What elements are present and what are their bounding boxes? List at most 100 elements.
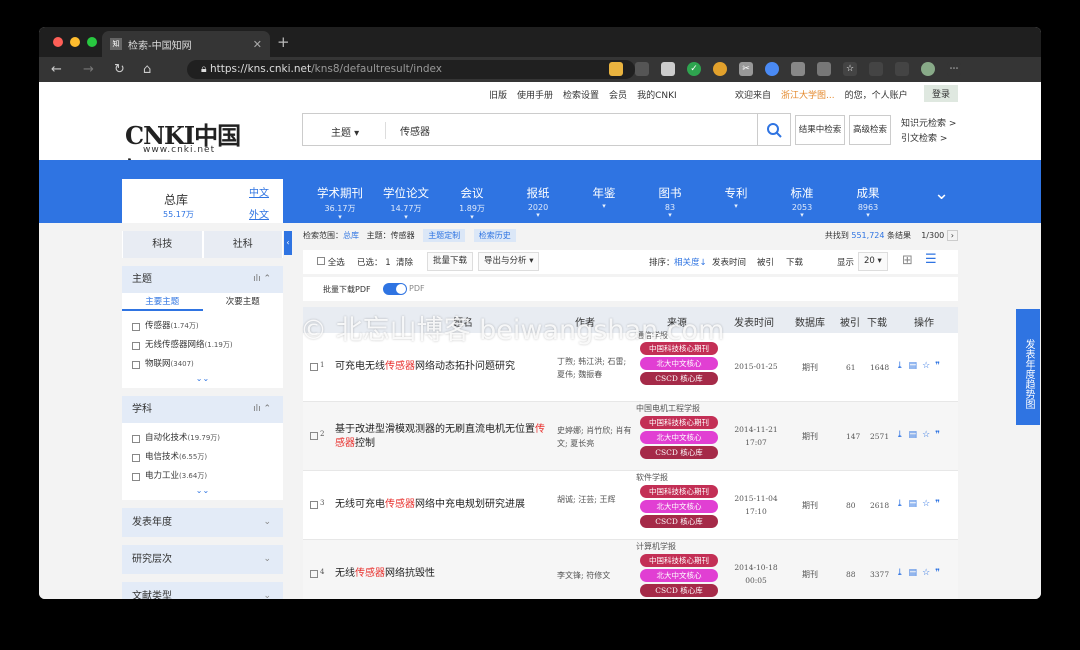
row-checkbox[interactable] <box>310 570 318 578</box>
search-within-button[interactable]: 结果中检索 <box>795 115 845 145</box>
source-link[interactable]: 中国电机工程学报 <box>636 403 700 414</box>
sort-cited[interactable]: 被引 <box>757 256 774 268</box>
tab-category[interactable]: 图书 83 ▾ <box>637 185 703 220</box>
tab-category[interactable]: 会议 1.89万 ▾ <box>439 185 505 221</box>
puzzle-icon[interactable] <box>895 62 909 76</box>
knowledge-search-link[interactable]: 知识元检索 > <box>901 117 956 132</box>
show-more-icon[interactable]: ⌄⌄ <box>122 486 283 500</box>
browser-tab[interactable]: 知 检索-中国知网 ✕ <box>102 31 270 57</box>
row-checkbox[interactable] <box>310 501 318 509</box>
favorite-icon[interactable]: ☆ <box>922 430 930 440</box>
window-icon[interactable] <box>817 62 831 76</box>
clear-button[interactable]: 清除 <box>396 256 413 268</box>
close-tab-icon[interactable]: ✕ <box>253 38 262 51</box>
search-history-button[interactable]: 检索历史 <box>473 229 516 242</box>
tab-social[interactable]: 社科 <box>203 231 282 258</box>
page-size-select[interactable]: 20 ▾ <box>858 252 888 271</box>
tab-category[interactable]: 学位论文 14.77万 ▾ <box>373 185 439 221</box>
color-icon[interactable] <box>765 62 779 76</box>
authors[interactable]: 李文锋; 符修文 <box>557 569 632 582</box>
filter-year[interactable]: 发表年度 ⌄ <box>122 508 283 537</box>
advanced-search-button[interactable]: 高级检索 <box>849 115 891 145</box>
address-bar[interactable]: 🔒︎ https://kns.cnki.net/kns8/defaultresu… <box>187 60 635 79</box>
topic-custom-button[interactable]: 主题定制 <box>423 229 466 242</box>
close-window-icon[interactable] <box>53 37 63 47</box>
batch-download-button[interactable]: 批量下载 <box>427 252 474 271</box>
org-name[interactable]: 浙江大学图... <box>781 88 835 101</box>
source-link[interactable]: 软件学报 <box>636 472 668 483</box>
authors[interactable]: 胡诚; 汪芸; 王辉 <box>557 493 632 506</box>
topic-header[interactable]: 主题 ılı ⌃ <box>122 266 283 293</box>
show-more-icon[interactable]: ⌄⌄ <box>122 374 283 388</box>
search-button[interactable] <box>757 114 790 145</box>
search-field-select[interactable]: 主题 ▾ <box>331 124 359 139</box>
back-icon[interactable]: ← <box>51 62 62 77</box>
subject-header[interactable]: 学科 ılı ⌃ <box>122 396 283 423</box>
next-page-button[interactable]: › <box>946 230 958 241</box>
source-link[interactable]: 通信学报 <box>636 330 668 341</box>
year-trend-button[interactable]: 发表年度趋势图 <box>1016 309 1040 425</box>
window-controls[interactable] <box>53 37 97 47</box>
row-checkbox[interactable] <box>310 363 318 371</box>
search-settings-link[interactable]: 检索设置 <box>563 88 599 101</box>
cnki-logo[interactable]: CNKI中国知网 www.cnki.net <box>125 116 247 185</box>
forward-icon[interactable]: → <box>83 62 94 77</box>
minimize-window-icon[interactable] <box>70 37 80 47</box>
login-button[interactable]: 登录 <box>923 85 958 102</box>
download-icon[interactable]: ⤓ <box>896 361 904 371</box>
cite-icon[interactable]: ❞ <box>935 499 940 509</box>
select-all-checkbox[interactable]: 全选 <box>317 256 345 268</box>
greeting-text[interactable]: 的您，个人账户 <box>845 88 908 101</box>
mountain-icon[interactable] <box>661 62 675 76</box>
tab-main-topic[interactable]: 主要主题 <box>122 293 203 311</box>
scissors-icon[interactable]: ✂ <box>739 62 753 76</box>
read-icon[interactable]: ▤ <box>909 361 918 371</box>
list-view-icon[interactable]: ☰ <box>925 252 937 267</box>
tab-secondary-topic[interactable]: 次要主题 <box>203 293 284 311</box>
read-icon[interactable]: ▤ <box>909 430 918 440</box>
pdf-toggle[interactable] <box>383 283 407 295</box>
favorite-icon[interactable]: ☆ <box>922 361 930 371</box>
list-item[interactable]: 自动化技术 (19.79万) <box>122 429 283 448</box>
cite-icon[interactable]: ❞ <box>935 361 940 371</box>
article-title-link[interactable]: 基于改进型滑模观测器的无刷直流电机无位置传感器控制 <box>335 423 545 451</box>
total-library-tab[interactable]: 总库 55.17万 中文 外文 <box>122 179 283 223</box>
list-item[interactable]: 电信技术 (6.55万) <box>122 448 283 467</box>
tab-category[interactable]: 报纸 2020 ▾ <box>505 185 571 220</box>
tab-category[interactable]: 学术期刊 36.17万 ▾ <box>307 185 373 221</box>
citation-search-link[interactable]: 引文检索 > <box>901 132 956 147</box>
old-version-link[interactable]: 旧版 <box>489 88 507 101</box>
tab-science[interactable]: 科技 <box>123 231 202 258</box>
tab-category[interactable]: 专利 ▾ <box>703 185 769 220</box>
todo-icon[interactable] <box>713 62 727 76</box>
tab-category[interactable]: 标准 2053 ▾ <box>769 185 835 220</box>
list-item[interactable]: 传感器 (1.74万) <box>122 317 283 336</box>
tab-category[interactable]: 年鉴 ▾ <box>571 185 637 220</box>
foreign-link[interactable]: 外文 <box>249 206 269 221</box>
star-icon[interactable]: ☆ <box>843 62 857 76</box>
filter-level[interactable]: 研究层次 ⌄ <box>122 545 283 574</box>
list-item[interactable]: 物联网 (3407) <box>122 355 283 374</box>
member-link[interactable]: 会员 <box>609 88 627 101</box>
export-analysis-dropdown[interactable]: 导出与分析 ▾ <box>478 252 540 271</box>
list-item[interactable]: 电力工业 (3.64万) <box>122 467 283 486</box>
home-icon[interactable]: ⌂ <box>143 62 151 77</box>
collections-icon[interactable] <box>869 62 883 76</box>
sort-downloads[interactable]: 下载 <box>786 256 803 268</box>
favorite-icon[interactable]: ☆ <box>922 499 930 509</box>
cited-count[interactable]: 88 <box>846 570 856 579</box>
cited-count[interactable]: 80 <box>846 501 856 510</box>
reload-icon[interactable]: ↻ <box>114 62 125 77</box>
filter-doctype[interactable]: 文献类型 ⌄ <box>122 582 283 599</box>
download-icon[interactable]: ⤓ <box>896 568 904 578</box>
read-icon[interactable]: ▤ <box>909 568 918 578</box>
search-input[interactable]: 传感器 <box>400 123 430 138</box>
read-icon[interactable]: ▤ <box>909 499 918 509</box>
cite-icon[interactable]: ❞ <box>935 430 940 440</box>
my-cnki-link[interactable]: 我的CNKI <box>637 88 677 101</box>
sort-relevance[interactable]: 相关度↓ <box>674 256 707 268</box>
download-icon[interactable]: ⤓ <box>896 499 904 509</box>
cited-count[interactable]: 147 <box>846 432 860 441</box>
maximize-window-icon[interactable] <box>87 37 97 47</box>
cited-count[interactable]: 61 <box>846 363 856 372</box>
